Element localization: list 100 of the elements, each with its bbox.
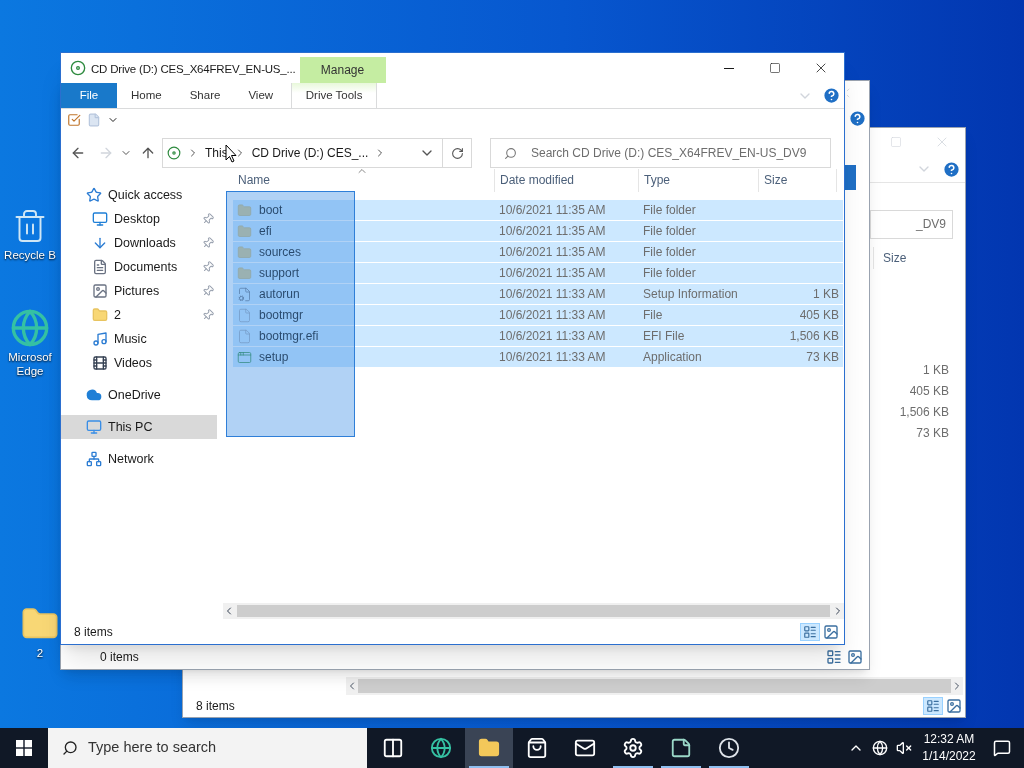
monitor-icon bbox=[92, 211, 108, 227]
scrollbar-thumb[interactable] bbox=[237, 605, 830, 617]
sidebar-item[interactable]: Network bbox=[61, 447, 217, 471]
search-field[interactable]: _DV9 bbox=[870, 209, 953, 239]
properties-icon[interactable] bbox=[67, 113, 81, 127]
windows-logo-icon bbox=[16, 740, 32, 756]
sidebar-item[interactable]: OneDrive bbox=[61, 383, 217, 407]
window-title: CD Drive (D:) CES_X64FREV_EN-US_... bbox=[91, 62, 296, 77]
type-cell-text: Application bbox=[643, 349, 703, 366]
ribbon-tab[interactable]: Drive Tools bbox=[291, 83, 378, 108]
sidebar-item[interactable]: Pictures bbox=[61, 279, 217, 303]
folder-icon bbox=[237, 243, 252, 261]
up-icon[interactable] bbox=[140, 145, 156, 161]
folder-icon bbox=[237, 264, 252, 282]
desktop-icon-label[interactable]: Recycle B bbox=[4, 248, 56, 262]
clock[interactable]: 12:32 AM 1/14/2022 bbox=[918, 728, 980, 768]
size-cell-text: 405 KB bbox=[799, 307, 839, 324]
file-name: autorun bbox=[259, 286, 300, 303]
taskbar-search-field[interactable]: Type here to search bbox=[48, 728, 367, 768]
desktop-icon-label[interactable]: Microsof Edge bbox=[2, 350, 58, 378]
task-view-icon bbox=[382, 737, 404, 759]
scrollbar-thumb[interactable] bbox=[358, 679, 951, 693]
file-name: setup bbox=[259, 349, 289, 366]
mail-icon bbox=[574, 737, 596, 759]
large-icons-view-icon[interactable] bbox=[946, 698, 962, 714]
type-cell-text: File bbox=[643, 307, 664, 324]
status-text: 8 items bbox=[74, 623, 113, 641]
file-row[interactable]: boot 10/6/2021 11:35 AM File folder bbox=[233, 200, 843, 221]
cloud-icon bbox=[86, 387, 102, 403]
refresh-icon[interactable] bbox=[450, 146, 464, 160]
sidebar-item[interactable]: Videos bbox=[61, 351, 217, 375]
file-row[interactable]: setup 10/6/2021 11:33 AM Application 73 KB bbox=[233, 347, 843, 368]
file-name: sources bbox=[259, 244, 302, 261]
type-cell-text: Setup Information bbox=[643, 286, 739, 303]
ribbon-tab[interactable]: Share bbox=[175, 83, 235, 108]
date-cell-text: 10/6/2021 11:33 AM bbox=[499, 328, 607, 345]
file-icon bbox=[237, 327, 252, 345]
sidebar-item[interactable]: Desktop bbox=[61, 207, 217, 231]
notifications-icon[interactable] bbox=[993, 739, 1011, 757]
network-icon[interactable] bbox=[872, 740, 888, 756]
file-name: bootmgr.efi bbox=[259, 328, 319, 345]
column-header[interactable]: Name bbox=[238, 169, 494, 192]
details-view-icon[interactable] bbox=[824, 648, 844, 666]
ribbon-tab[interactable]: View bbox=[234, 83, 288, 108]
sidebar-item[interactable]: Downloads bbox=[61, 231, 217, 255]
details-view-icon[interactable] bbox=[923, 697, 943, 715]
file-icon bbox=[237, 306, 252, 324]
file-row[interactable]: autorun 10/6/2021 11:33 AM Setup Information 1 KB bbox=[233, 284, 843, 305]
volume-muted-icon[interactable] bbox=[896, 740, 912, 756]
taskbar-app-button[interactable] bbox=[465, 728, 513, 768]
sidebar-item[interactable]: Music bbox=[61, 327, 217, 351]
browser-icon bbox=[430, 737, 452, 759]
ribbon-tab[interactable]: Home bbox=[117, 83, 176, 108]
file-row[interactable]: bootmgr 10/6/2021 11:33 AM File 405 KB bbox=[233, 305, 843, 326]
ribbon-tab[interactable]: File bbox=[61, 83, 117, 108]
column-header[interactable]: Date modified bbox=[494, 169, 638, 192]
help-icon[interactable] bbox=[822, 86, 841, 105]
sidebar-item[interactable]: Quick access bbox=[61, 183, 217, 207]
date-cell-text: 10/6/2021 11:35 AM bbox=[499, 202, 607, 219]
mouse-cursor bbox=[225, 144, 237, 163]
back-icon[interactable] bbox=[70, 145, 86, 161]
file-row[interactable]: sources 10/6/2021 11:35 AM File folder bbox=[233, 242, 843, 263]
type-cell-text: File folder bbox=[643, 223, 697, 240]
film-icon bbox=[92, 355, 108, 371]
breadcrumb[interactable]: CD Drive (D:) CES_... bbox=[251, 144, 369, 162]
context-tab-header: Manage bbox=[299, 57, 386, 83]
large-icons-view-icon[interactable] bbox=[823, 623, 839, 640]
document-icon bbox=[92, 259, 108, 275]
type-cell-text: File folder bbox=[643, 244, 697, 261]
music-icon bbox=[92, 331, 108, 347]
clock-icon bbox=[718, 737, 740, 759]
size-cell-text: 405 KB bbox=[909, 383, 949, 400]
large-icons-view-icon[interactable] bbox=[847, 649, 863, 665]
file-name: boot bbox=[259, 202, 283, 219]
minimize-icon bbox=[724, 67, 734, 69]
details-view-icon[interactable] bbox=[800, 622, 820, 641]
star-icon bbox=[86, 187, 102, 203]
help-icon[interactable] bbox=[942, 159, 961, 179]
size-cell-text: 1,506 KB bbox=[899, 404, 949, 421]
file-row[interactable]: bootmgr.efi 10/6/2021 11:33 AM EFI File 1,506 KB bbox=[233, 326, 843, 347]
desktop-icon-label[interactable]: 2 bbox=[36, 646, 44, 660]
folder-icon bbox=[237, 201, 252, 219]
folder-icon bbox=[478, 737, 500, 759]
column-header[interactable]: Type bbox=[638, 169, 758, 192]
search-field[interactable]: Search CD Drive (D:) CES_X64FREV_EN-US_DV9 bbox=[490, 138, 831, 168]
sidebar-item[interactable]: Documents bbox=[61, 255, 217, 279]
column-header[interactable]: Size bbox=[873, 247, 949, 269]
type-cell-text: File folder bbox=[643, 265, 697, 282]
type-cell-text: File folder bbox=[643, 202, 697, 219]
sidebar-item[interactable]: This PC bbox=[61, 415, 217, 439]
date-cell-text: 10/6/2021 11:33 AM bbox=[499, 286, 607, 303]
computer-icon bbox=[86, 419, 102, 435]
help-icon[interactable] bbox=[848, 108, 867, 128]
column-header[interactable]: Size bbox=[758, 169, 837, 192]
picture-icon bbox=[92, 283, 108, 299]
file-row[interactable]: support 10/6/2021 11:35 AM File folder bbox=[233, 263, 843, 284]
file-row[interactable]: efi 10/6/2021 11:35 AM File folder bbox=[233, 221, 843, 242]
file-name: efi bbox=[259, 223, 272, 240]
sidebar-item[interactable]: 2 bbox=[61, 303, 217, 327]
settings-file-icon bbox=[237, 285, 252, 303]
